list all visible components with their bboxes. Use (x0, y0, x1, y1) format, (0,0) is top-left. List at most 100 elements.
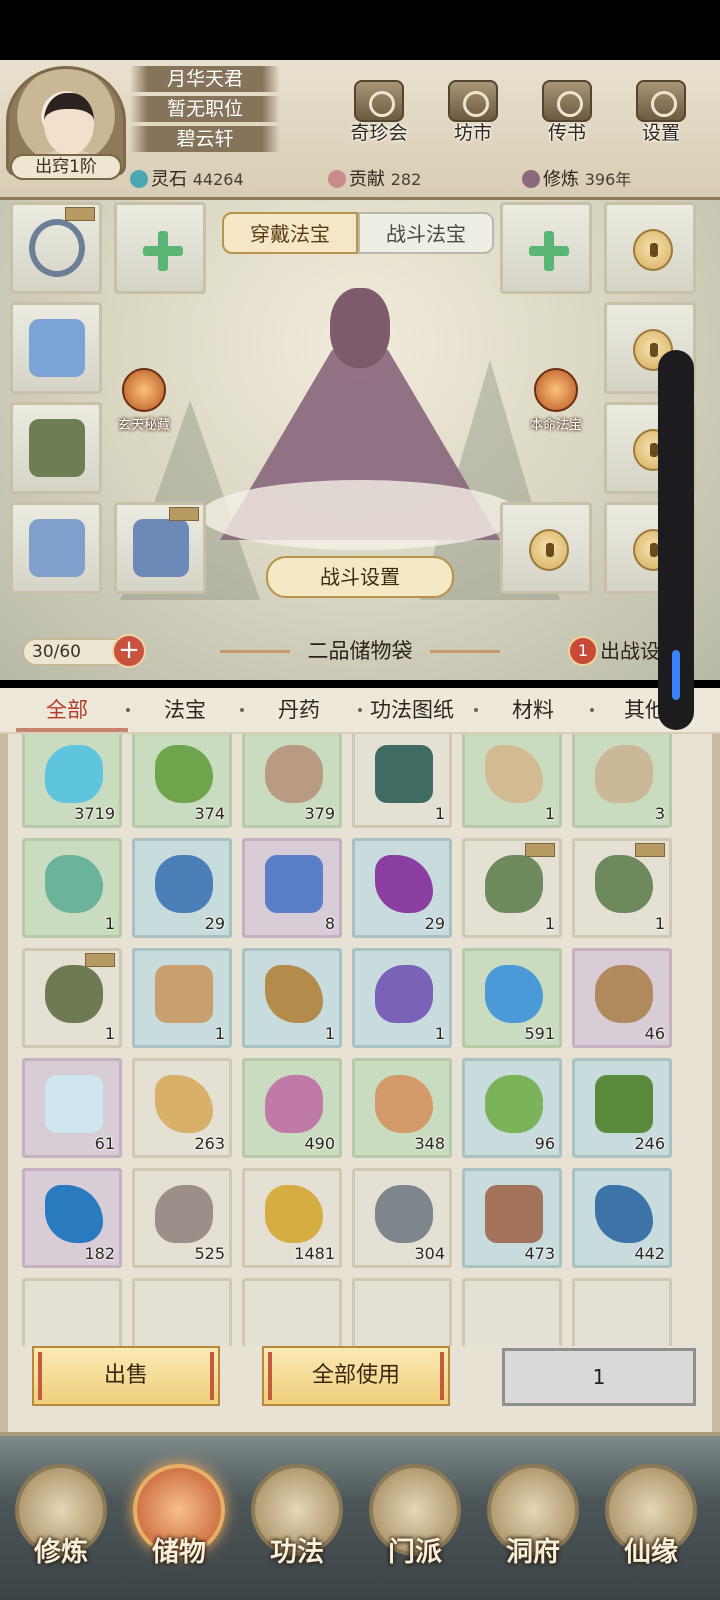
inventory-item[interactable]: 263 (132, 1058, 232, 1158)
deploy-count-badge: 1 (568, 636, 598, 666)
inventory-item[interactable]: 1 (352, 734, 452, 828)
green-robe-icon (485, 855, 543, 913)
treasury-icon (122, 368, 166, 412)
tab-pills[interactable]: 丹药 (278, 688, 320, 732)
tab-worn-treasure[interactable]: 穿戴法宝 (222, 212, 358, 254)
nav-fate[interactable]: 仙缘 (596, 1456, 706, 1596)
inventory-item[interactable]: 473 (462, 1168, 562, 1268)
inventory-item[interactable]: 1 (572, 838, 672, 938)
inventory-item[interactable]: 1481 (242, 1168, 342, 1268)
inventory-item[interactable]: 348 (352, 1058, 452, 1158)
resource-label: 贡献 (349, 169, 385, 190)
auction-button[interactable]: 奇珍会 (344, 80, 414, 144)
locked-slot[interactable] (604, 202, 696, 294)
nav-storage[interactable]: 储物 (124, 1456, 234, 1596)
status-bar (0, 0, 720, 60)
inventory-item[interactable]: 1 (22, 838, 122, 938)
bag-capacity: 30/60 (22, 638, 120, 666)
purple-lily-icon (375, 855, 433, 913)
tab-all[interactable]: 全部 (46, 688, 88, 732)
locked-slot[interactable] (500, 502, 592, 594)
nav-label: 功法 (270, 1537, 324, 1568)
item-count: 490 (304, 1134, 335, 1153)
add-equipment-slot[interactable] (114, 202, 206, 294)
nav-cave[interactable]: 洞府 (478, 1456, 588, 1596)
inventory-item[interactable]: 246 (572, 1058, 672, 1158)
item-count: 1 (544, 914, 555, 933)
empty-slot[interactable] (352, 1278, 452, 1346)
hidden-treasury-label: 玄天秘藏 (117, 418, 170, 433)
orb-branch-icon (45, 1185, 103, 1243)
inventory-item[interactable]: 182 (22, 1168, 122, 1268)
expand-bag-button[interactable]: + (112, 634, 146, 668)
inventory-item[interactable]: 3 (572, 734, 672, 828)
volume-slider[interactable] (658, 350, 694, 730)
tab-techniques[interactable]: 功法图纸 (370, 688, 454, 732)
inventory-item[interactable]: 3719 (22, 734, 122, 828)
tab-battle-treasure[interactable]: 战斗法宝 (358, 212, 494, 254)
plus-icon (143, 231, 183, 271)
jade-vase-icon (45, 855, 103, 913)
inventory-item[interactable]: 1 (352, 948, 452, 1048)
nav-cultivate[interactable]: 修炼 (6, 1456, 116, 1596)
inventory-item[interactable]: 1 (132, 948, 232, 1048)
empty-slot[interactable] (572, 1278, 672, 1346)
inventory-item[interactable]: 304 (352, 1168, 452, 1268)
inventory-item[interactable]: 490 (242, 1058, 342, 1158)
sell-button[interactable]: 出售 (32, 1346, 220, 1406)
inventory-item[interactable]: 525 (132, 1168, 232, 1268)
message-label: 传书 (547, 122, 586, 144)
equip-slot-gloves[interactable] (10, 402, 102, 494)
empty-slot[interactable] (462, 1278, 562, 1346)
tab-materials[interactable]: 材料 (512, 688, 554, 732)
nav-label: 仙缘 (624, 1537, 678, 1568)
inventory-item[interactable]: 374 (132, 734, 232, 828)
inventory-item[interactable]: 46 (572, 948, 672, 1048)
add-equipment-slot[interactable] (500, 202, 592, 294)
battle-settings-button[interactable]: 战斗设置 (266, 556, 454, 598)
inventory-item[interactable]: 1 (22, 948, 122, 1048)
violet-orchid-icon (265, 855, 323, 913)
empty-slot[interactable] (22, 1278, 122, 1346)
message-button[interactable]: 传书 (532, 80, 602, 144)
equip-slot-robe[interactable] (10, 302, 102, 394)
item-count: 8 (324, 914, 335, 933)
equip-slot-pants[interactable] (10, 502, 102, 594)
quantity-input[interactable]: 1 (502, 1348, 696, 1406)
empty-slot[interactable] (132, 1278, 232, 1346)
settings-button[interactable]: 设置 (626, 80, 696, 144)
raw-ore-icon (265, 745, 323, 803)
old-paper-icon (595, 745, 653, 803)
equip-slot-boots[interactable] (114, 502, 206, 594)
copper-ore-icon (485, 1185, 543, 1243)
item-count: 61 (94, 1134, 115, 1153)
inventory-item[interactable]: 379 (242, 734, 342, 828)
inventory-item[interactable]: 96 (462, 1058, 562, 1158)
item-count: 182 (84, 1244, 115, 1263)
bound-tag (85, 953, 115, 967)
inventory-item[interactable]: 61 (22, 1058, 122, 1158)
inventory-item[interactable]: 29 (352, 838, 452, 938)
inventory-item[interactable]: 29 (132, 838, 232, 938)
player-position: 暂无职位 (130, 96, 280, 122)
resource-value: 396年 (584, 170, 632, 189)
hidden-treasury-button[interactable]: 玄天秘藏 (104, 368, 184, 433)
item-count: 1 (214, 1024, 225, 1043)
inventory-item[interactable]: 1 (462, 734, 562, 828)
nav-sect[interactable]: 门派 (360, 1456, 470, 1596)
equip-slot-necklace[interactable] (10, 202, 102, 294)
empty-slot[interactable] (242, 1278, 342, 1346)
category-tabs: 全部 法宝 丹药 功法图纸 材料 其他 (0, 688, 720, 734)
inventory-item[interactable]: 1 (462, 838, 562, 938)
use-all-button[interactable]: 全部使用 (262, 1346, 450, 1406)
market-button[interactable]: 坊市 (438, 80, 508, 144)
tab-treasure[interactable]: 法宝 (164, 688, 206, 732)
spirit-stone-icon (130, 170, 148, 188)
nav-techniques[interactable]: 功法 (242, 1456, 352, 1596)
natal-treasure-button[interactable]: 本命法宝 (516, 368, 596, 433)
inventory-item[interactable]: 8 (242, 838, 342, 938)
inventory-item[interactable]: 442 (572, 1168, 672, 1268)
inventory-item[interactable]: 591 (462, 948, 562, 1048)
inventory-item[interactable]: 1 (242, 948, 342, 1048)
spear-icon (375, 965, 433, 1023)
